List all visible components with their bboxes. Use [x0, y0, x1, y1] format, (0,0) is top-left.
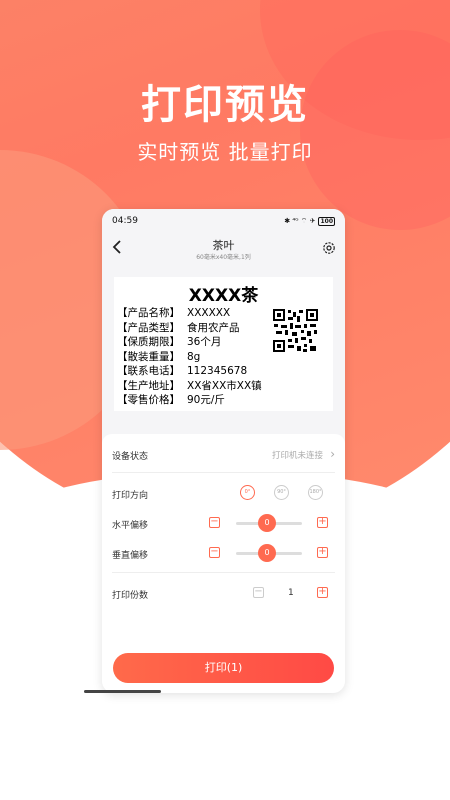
- qr-code-icon: [273, 309, 318, 352]
- label-field-value: 112345678: [187, 365, 248, 377]
- rotate-0-icon[interactable]: 0°: [240, 485, 255, 500]
- label-field-value: 食用农产品: [187, 321, 240, 334]
- device-status-row[interactable]: 设备状态 打印机未连接 ›: [112, 447, 335, 462]
- label-field-value: 36个月: [187, 336, 222, 348]
- phone-screen: 04:59 ✱ ⁴ᴳ ⌔ ✈ 100 茶叶 60毫米x40毫米,1列 XXXX茶…: [102, 209, 345, 693]
- promo-headline: 打印预览: [141, 82, 309, 128]
- horizontal-slider-knob[interactable]: 0: [258, 514, 276, 532]
- label-fields: 【产品名称】 XXXXXX 【产品类型】 食用农产品 【保质期限】 36个月 【散装重量】 8…: [117, 306, 262, 408]
- label-field-key: 【生产地址】: [117, 379, 180, 392]
- label-field-row: 【联系电话】 112345678: [117, 364, 262, 379]
- horizontal-minus-button[interactable]: −: [209, 517, 220, 528]
- label-field-key: 【零售价格】: [117, 394, 180, 406]
- horizontal-offset-row: 水平偏移 − 0 +: [112, 514, 335, 532]
- vertical-offset-row: 垂直偏移 − 0 +: [112, 544, 335, 562]
- battery-icon: 100: [318, 216, 335, 226]
- divider: [112, 572, 335, 573]
- vertical-offset-label: 垂直偏移: [112, 551, 149, 561]
- label-field-row: 【零售价格】 90元/斤: [117, 393, 262, 408]
- divider: [112, 472, 335, 473]
- status-icons: ✱ ⁴ᴳ ⌔ ✈ 100: [284, 216, 335, 226]
- orientation-label: 打印方向: [112, 491, 149, 501]
- horizontal-offset-label: 水平偏移: [112, 521, 149, 531]
- label-field-key: 【保质期限】: [117, 336, 180, 348]
- status-signal-icons: ✱ ⁴ᴳ ⌔ ✈: [284, 216, 316, 225]
- copies-label: 打印份数: [112, 591, 149, 601]
- label-field-key: 【散装重量】: [117, 350, 180, 363]
- label-field-key: 【联系电话】: [117, 365, 180, 377]
- copies-plus-button[interactable]: +: [317, 587, 328, 598]
- copies-value[interactable]: 1: [288, 588, 294, 598]
- label-preview: XXXX茶 【产品名称】 XXXXXX 【产品类型】 食用农产品 【保质期限】 36个月【…: [114, 277, 333, 411]
- gear-icon[interactable]: [322, 240, 336, 259]
- chevron-right-icon: ›: [330, 447, 335, 461]
- label-field-key: 【产品名称】: [117, 307, 180, 319]
- label-field-row: 【散装重量】 8g: [117, 350, 262, 365]
- vertical-minus-button[interactable]: −: [209, 547, 220, 558]
- status-bar: 04:59 ✱ ⁴ᴳ ⌔ ✈ 100: [102, 209, 345, 233]
- home-indicator: [84, 690, 161, 693]
- status-time: 04:59: [112, 216, 138, 226]
- label-field-row: 【产品类型】 食用农产品: [117, 321, 262, 336]
- device-status-value: 打印机未连接: [271, 451, 323, 461]
- label-field-value: XX省XX市XX镇: [187, 379, 262, 392]
- settings-panel: 设备状态 打印机未连接 › 打印方向 0° 90° 180° 水平偏移 − 0 …: [102, 434, 345, 693]
- label-field-row: 【生产地址】 XX省XX市XX镇: [117, 379, 262, 394]
- orientation-row: 打印方向 0° 90° 180°: [112, 485, 335, 501]
- vertical-slider-knob[interactable]: 0: [258, 544, 276, 562]
- copies-minus-button[interactable]: −: [253, 587, 264, 598]
- page-subtitle: 60毫米x40毫米,1列: [196, 254, 251, 261]
- label-field-key: 【产品类型】: [117, 321, 180, 334]
- label-field-value: 8g: [187, 350, 201, 363]
- vertical-plus-button[interactable]: +: [317, 547, 328, 558]
- horizontal-plus-button[interactable]: +: [317, 517, 328, 528]
- copies-row: 打印份数 − 1 +: [112, 587, 335, 601]
- label-field-row: 【保质期限】 36个月: [117, 335, 262, 350]
- label-field-value: 90元/斤: [187, 394, 225, 406]
- label-title: XXXX茶: [188, 286, 259, 306]
- print-button[interactable]: 打印(1): [113, 653, 334, 683]
- device-status-label: 设备状态: [112, 452, 149, 462]
- promo-subline: 实时预览 批量打印: [137, 140, 313, 164]
- page-title: 茶叶: [212, 239, 235, 252]
- nav-bar: 茶叶 60毫米x40毫米,1列: [102, 233, 345, 265]
- label-field-value: XXXXXX: [187, 307, 231, 319]
- rotate-90-icon[interactable]: 90°: [274, 485, 289, 500]
- label-field-row: 【产品名称】 XXXXXX: [117, 306, 262, 321]
- rotate-180-icon[interactable]: 180°: [308, 485, 323, 500]
